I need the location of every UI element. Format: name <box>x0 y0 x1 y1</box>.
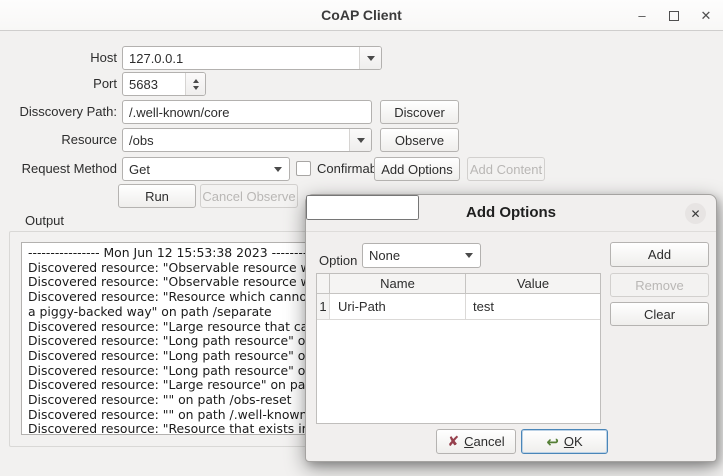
cancel-observe-button: Cancel Observe <box>200 184 298 208</box>
add-options-dialog: Add Options ✕ Option None Add Name Value… <box>305 194 717 462</box>
value-column-header: Value <box>466 274 600 293</box>
chevron-down-icon <box>357 138 365 143</box>
row-number-cell: 1 <box>317 294 330 319</box>
option-dropdown-button[interactable] <box>458 244 480 267</box>
window-controls: – ✕ <box>633 0 715 31</box>
option-label: Option <box>319 253 357 268</box>
coap-client-window: CoAP Client – ✕ Host 127.0.0.1 Port 5683… <box>0 0 723 476</box>
option-value: None <box>363 248 406 263</box>
request-method-label: Request Method <box>0 161 117 176</box>
add-button[interactable]: Add <box>610 242 709 267</box>
row-value-cell: test <box>466 294 600 319</box>
request-method-value: Get <box>123 162 156 177</box>
window-title: CoAP Client <box>0 7 723 23</box>
host-label: Host <box>0 50 117 65</box>
option-combobox[interactable]: None <box>362 243 481 268</box>
host-dropdown-button[interactable] <box>359 47 381 69</box>
cancel-button[interactable]: ✘ Cancel <box>436 429 516 454</box>
minimize-button[interactable]: – <box>633 7 651 25</box>
maximize-button[interactable] <box>665 7 683 25</box>
table-header: Name Value <box>317 274 600 294</box>
discover-button[interactable]: Discover <box>380 100 459 124</box>
output-label: Output <box>25 213 64 228</box>
options-table[interactable]: Name Value 1 Uri-Path test <box>316 273 601 424</box>
host-combobox[interactable]: 127.0.0.1 <box>122 46 382 70</box>
titlebar: CoAP Client – ✕ <box>0 0 723 31</box>
minimize-icon: – <box>638 8 645 23</box>
run-button[interactable]: Run <box>118 184 196 208</box>
spin-up-icon <box>193 79 199 83</box>
cancel-x-icon: ✘ <box>447 433 459 450</box>
request-method-combobox[interactable]: Get <box>122 157 290 181</box>
port-spinbox[interactable]: 5683 <box>122 72 206 96</box>
host-value: 127.0.0.1 <box>123 51 189 66</box>
port-value: 5683 <box>123 77 164 92</box>
table-row[interactable]: 1 Uri-Path test <box>317 294 600 320</box>
discovery-path-value: /.well-known/core <box>123 105 235 120</box>
maximize-icon <box>669 11 679 21</box>
add-content-button: Add Content <box>467 157 545 181</box>
resource-value: /obs <box>123 133 160 148</box>
name-column-header: Name <box>330 274 466 293</box>
close-icon: ✕ <box>690 207 700 221</box>
dialog-close-button[interactable]: ✕ <box>685 203 706 224</box>
discovery-path-input[interactable]: /.well-known/core <box>122 100 372 124</box>
resource-label: Resource <box>0 132 117 147</box>
chevron-down-icon <box>465 253 473 258</box>
resource-combobox[interactable]: /obs <box>122 128 372 152</box>
chevron-down-icon <box>274 167 282 172</box>
clear-button[interactable]: Clear <box>610 302 709 326</box>
chevron-down-icon <box>367 56 375 61</box>
resource-dropdown-button[interactable] <box>349 129 371 151</box>
close-icon: ✕ <box>701 8 712 24</box>
row-name-cell: Uri-Path <box>330 294 466 319</box>
port-label: Port <box>0 76 117 91</box>
observe-button[interactable]: Observe <box>380 128 459 152</box>
port-spin-buttons[interactable] <box>185 73 205 95</box>
corner-header-cell <box>317 274 330 293</box>
discovery-path-label: Disscovery Path: <box>0 104 117 119</box>
remove-button: Remove <box>610 273 709 297</box>
dialog-titlebar: Add Options ✕ <box>306 195 716 232</box>
add-options-button[interactable]: Add Options <box>374 157 460 181</box>
dialog-title: Add Options <box>306 204 716 221</box>
close-button[interactable]: ✕ <box>697 7 715 25</box>
spin-down-icon <box>193 86 199 90</box>
ok-button[interactable]: ↩ OK <box>521 429 608 454</box>
request-method-dropdown-button[interactable] <box>267 158 289 180</box>
confirmable-checkbox[interactable] <box>296 161 311 176</box>
ok-arrow-icon: ↩ <box>546 433 559 451</box>
